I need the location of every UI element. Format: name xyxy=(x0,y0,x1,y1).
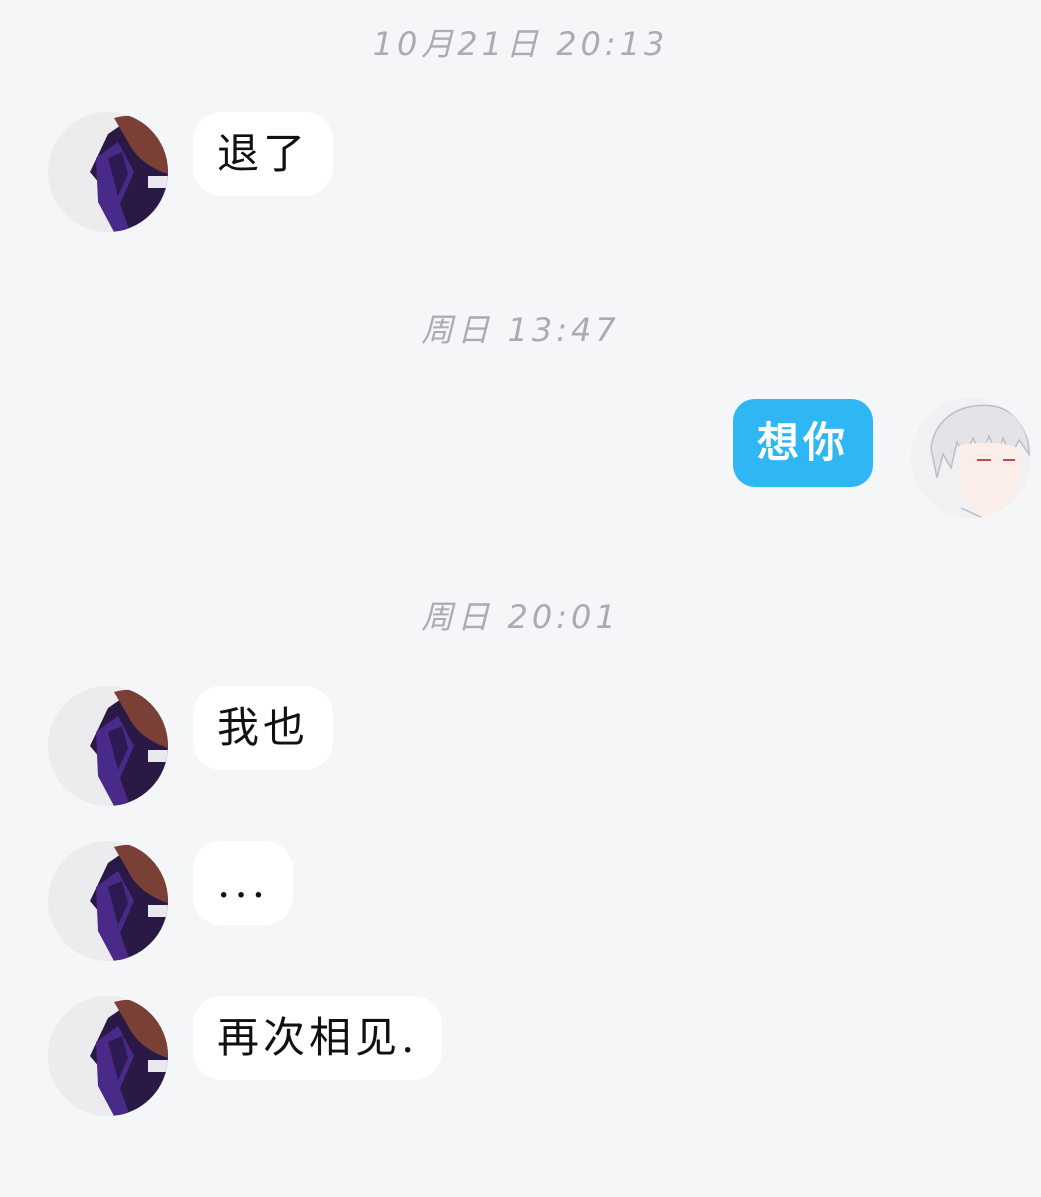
contact-avatar-image xyxy=(48,112,168,232)
message-bubble[interactable]: 我也 xyxy=(193,686,334,770)
message-bubble[interactable]: 退了 xyxy=(193,112,334,196)
timestamp-1: 10月21日 20:13 xyxy=(372,25,669,63)
message-bubble[interactable]: 再次相见. xyxy=(193,996,443,1080)
message-bubble-self[interactable]: 想你 xyxy=(733,399,874,487)
self-avatar-image xyxy=(911,398,1031,518)
contact-avatar-image xyxy=(48,996,168,1116)
contact-avatar[interactable] xyxy=(48,996,168,1116)
contact-avatar[interactable] xyxy=(48,841,168,961)
contact-avatar-image xyxy=(48,686,168,806)
self-avatar[interactable] xyxy=(911,398,1031,518)
timestamp-2: 周日 13:47 xyxy=(421,311,620,349)
contact-avatar[interactable] xyxy=(48,686,168,806)
contact-avatar[interactable] xyxy=(48,112,168,232)
message-bubble[interactable]: ... xyxy=(193,841,294,925)
timestamp-3: 周日 20:01 xyxy=(421,598,620,636)
contact-avatar-image xyxy=(48,841,168,961)
